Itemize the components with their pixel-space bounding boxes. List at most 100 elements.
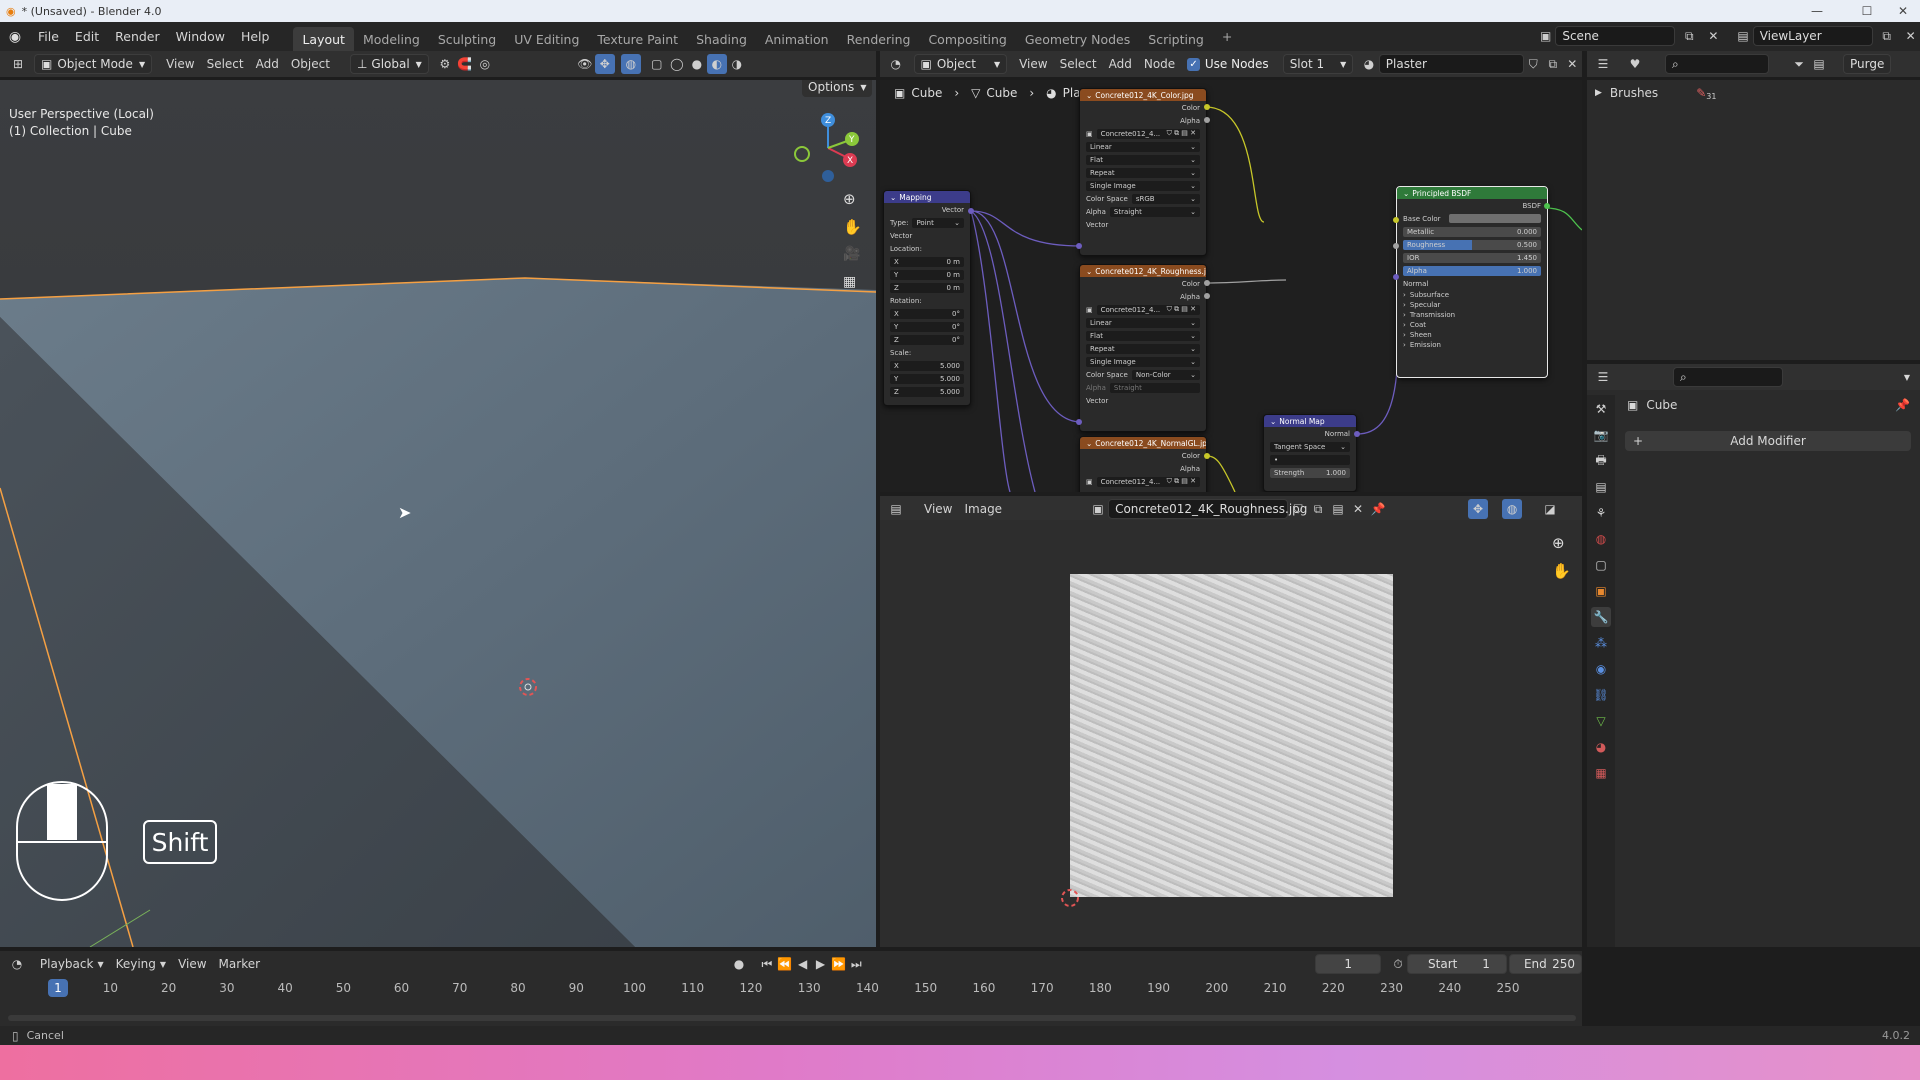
menu-help[interactable]: Help [233, 22, 278, 51]
rough-tex-cs-dropdown[interactable]: Non-Color ⌄ [1131, 369, 1200, 380]
visibility-icon[interactable]: 👁 [575, 54, 595, 74]
tab-modeling[interactable]: Modeling [354, 27, 429, 51]
bsdf-panel-subsurface[interactable]: › Subsurface [1397, 290, 1547, 300]
scene-name-field[interactable]: Scene [1555, 26, 1676, 46]
normal-tex-color-socket[interactable] [1204, 453, 1210, 459]
image-image-menu[interactable]: Image [958, 498, 1008, 520]
principled-bsdf-node[interactable]: ⌄ Principled BSDF BSDF Base Color Metalli… [1396, 186, 1548, 378]
tool-tab-icon[interactable]: ⚒ [1591, 399, 1611, 419]
normal-map-space-dropdown[interactable]: Tangent Space ⌄ [1270, 441, 1350, 452]
color-tex-alpha-socket[interactable] [1204, 117, 1210, 123]
mapping-rot-x-field[interactable]: X 0° [890, 308, 964, 319]
rough-tex-color-socket[interactable] [1204, 280, 1210, 286]
duplicate-material-icon[interactable]: ⧉ [1543, 54, 1563, 74]
jump-end-icon[interactable]: ⏭ [847, 954, 865, 974]
normal-map-header[interactable]: ⌄ Normal Map [1264, 415, 1356, 427]
close-icon[interactable]: ✕ [1888, 0, 1918, 22]
mapping-scl-z-field[interactable]: Z 5.000 [890, 386, 964, 397]
slot-dropdown[interactable]: Slot 1 ▼ [1282, 54, 1354, 74]
normal-map-strength-field[interactable]: Strength 1.000 [1270, 467, 1350, 478]
tab-scripting[interactable]: Scripting [1139, 27, 1213, 51]
pin-icon[interactable]: 📌 [1368, 499, 1388, 519]
bsdf-panel-sheen[interactable]: › Sheen [1397, 330, 1547, 340]
normal-map-uv-field[interactable]: • [1270, 454, 1350, 465]
bsdf-ior-field[interactable]: IOR 1.450 [1403, 252, 1541, 263]
menu-file[interactable]: File [30, 22, 67, 51]
constraints-tab-icon[interactable]: ⛓ [1591, 685, 1611, 705]
keying-menu[interactable]: Keying ▼ [110, 953, 172, 975]
outliner-item-brushes[interactable]: ▶ Brushes ✎ 31 [1595, 84, 1716, 102]
zoom-icon[interactable]: ⊕ [843, 190, 856, 208]
mapping-loc-y-field[interactable]: Y 0 m [890, 269, 964, 280]
collection-tab-icon[interactable]: ▢ [1591, 555, 1611, 575]
image-open-icon[interactable]: ▤ [1328, 499, 1348, 519]
image-gizmo-icon[interactable]: ✥ [1468, 499, 1489, 519]
physics-tab-icon[interactable]: ◉ [1591, 659, 1611, 679]
outliner-search-input[interactable]: ⌕ [1665, 54, 1769, 74]
pan-hand-icon[interactable]: ✋ [843, 218, 862, 236]
view-layer-tab-icon[interactable]: ▤ [1591, 477, 1611, 497]
timeline-ruler[interactable]: 1 10 20 30 40 50 60 70 80 90 100 110 120 130 140 150 160… [0, 977, 1582, 999]
bsdf-normal-socket[interactable] [1393, 274, 1399, 280]
bsdf-roughness-socket[interactable] [1393, 243, 1399, 249]
shader-node-editor[interactable]: ▣Cube › ▽Cube › ◕Plaster ⌄Mapping Vector… [880, 80, 1582, 492]
tab-compositing[interactable]: Compositing [919, 27, 1015, 51]
menu-window[interactable]: Window [168, 22, 233, 51]
node-add-menu[interactable]: Add [1103, 53, 1138, 75]
mapping-output-socket[interactable] [968, 208, 974, 214]
next-keyframe-icon[interactable]: ⏩ [829, 954, 847, 974]
select-menu[interactable]: Select [201, 53, 250, 75]
material-tab-icon[interactable]: ◕ [1591, 737, 1611, 757]
image-editor-type-icon[interactable]: ▤ [886, 499, 906, 519]
menu-edit[interactable]: Edit [67, 22, 107, 51]
outliner-mode-icon[interactable]: ♥ [1625, 54, 1645, 74]
material-browse-icon[interactable]: ◕ [1359, 54, 1379, 74]
add-workspace-button[interactable]: + [1213, 25, 1241, 49]
mapping-loc-z-field[interactable]: Z 0 m [890, 282, 964, 293]
minimize-icon[interactable]: — [1802, 0, 1832, 22]
orientation-dropdown[interactable]: ⊥ Global ▼ [349, 54, 429, 74]
rough-tex-interp-dropdown[interactable]: Linear ⌄ [1086, 317, 1200, 328]
image-actions-icon[interactable]: ⛉ ⧉ ▤ ✕ [1167, 477, 1196, 486]
tab-geometry-nodes[interactable]: Geometry Nodes [1016, 27, 1139, 51]
node-view-menu[interactable]: View [1013, 53, 1053, 75]
image-overlay-icon[interactable]: ◍ [1502, 499, 1523, 519]
image-duplicate-icon[interactable]: ⧉ [1308, 499, 1328, 519]
color-tex-source-dropdown[interactable]: Single Image ⌄ [1086, 180, 1200, 191]
particles-tab-icon[interactable]: ⁂ [1591, 633, 1611, 653]
mapping-node[interactable]: ⌄ Mapping Vector Type: Point ⌄ Vector Locat… [883, 190, 971, 406]
normal-texture-header[interactable]: ⌄ Concrete012_4K_NormalGL.jpg [1080, 437, 1206, 449]
current-frame-field[interactable]: 1 [1315, 954, 1382, 974]
bsdf-panel-coat[interactable]: › Coat [1397, 320, 1547, 330]
material-name-field[interactable]: Plaster [1378, 54, 1524, 74]
playback-menu[interactable]: Playback ▼ [34, 953, 110, 975]
blender-menu-icon[interactable]: ◉ [0, 29, 30, 45]
clock-icon[interactable]: ⏱ [1389, 954, 1407, 974]
color-texture-header[interactable]: ⌄ Concrete012_4K_Color.jpg [1080, 89, 1206, 101]
image-fake-user-icon[interactable]: ⛉ [1288, 499, 1308, 519]
tab-layout[interactable]: Layout [293, 27, 354, 51]
options-dropdown[interactable]: Options ▼ [802, 80, 873, 97]
bsdf-roughness-field[interactable]: Roughness 0.500 [1403, 239, 1541, 250]
use-nodes-checkbox[interactable]: ✓ [1187, 57, 1200, 71]
properties-type-icon[interactable]: ☰ [1593, 367, 1613, 387]
proportional-edit-icon[interactable]: ◎ [475, 54, 495, 74]
node-editor-type-icon[interactable]: ◔ [886, 54, 906, 74]
scene-tab-icon[interactable]: ⚘ [1591, 503, 1611, 523]
object-tab-icon[interactable]: ▣ [1591, 581, 1611, 601]
rough-tex-image-field[interactable]: Concrete012_4... ⛉ ⧉ ▤ ✕ [1096, 304, 1200, 315]
image-unlink-icon[interactable]: ✕ [1348, 499, 1368, 519]
color-tex-alpha-dropdown[interactable]: Straight ⌄ [1109, 206, 1200, 217]
snap-icon[interactable]: 🧲 [455, 54, 475, 74]
tab-shading[interactable]: Shading [687, 27, 756, 51]
object-menu[interactable]: Object [285, 53, 336, 75]
bsdf-base-color-socket[interactable] [1393, 217, 1399, 223]
chevron-right-icon[interactable]: ▶ [1595, 88, 1602, 98]
rough-tex-vector-socket[interactable] [1076, 419, 1082, 425]
bsdf-metallic-field[interactable]: Metallic 0.000 [1403, 226, 1541, 237]
play-icon[interactable]: ▶ [812, 954, 830, 974]
zoom-icon[interactable]: ⊕ [1552, 534, 1565, 552]
image-browse-icon[interactable]: ▣ [1088, 499, 1108, 519]
maximize-icon[interactable]: ☐ [1852, 0, 1882, 22]
rough-tex-ext-dropdown[interactable]: Repeat ⌄ [1086, 343, 1200, 354]
